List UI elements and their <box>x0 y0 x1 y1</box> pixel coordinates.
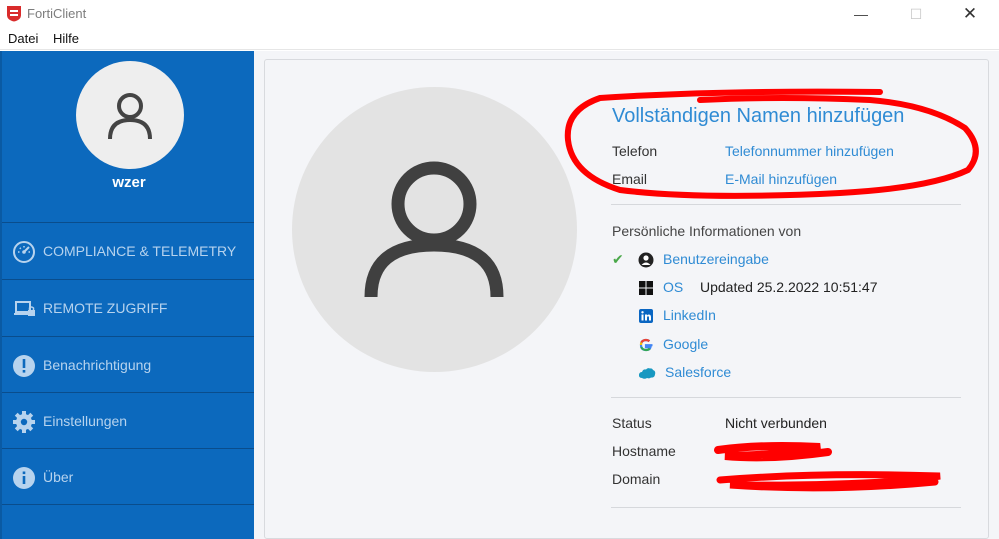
source-salesforce-link[interactable]: Salesforce <box>665 364 731 380</box>
menu-hilfe[interactable]: Hilfe <box>53 31 79 46</box>
sidebar-item-label: COMPLIANCE & TELEMETRY <box>43 243 237 259</box>
source-os-link[interactable]: OS <box>663 279 683 295</box>
linkedin-icon <box>639 309 653 323</box>
sidebar-item-compliance[interactable]: COMPLIANCE & TELEMETRY <box>2 222 256 278</box>
minimize-button[interactable]: — <box>850 3 872 25</box>
source-linkedin-link[interactable]: LinkedIn <box>663 307 716 323</box>
source-row-salesforce: Salesforce <box>612 363 972 385</box>
window-title: FortiClient <box>27 6 87 21</box>
domain-label: Domain <box>612 471 661 487</box>
divider <box>611 507 961 508</box>
sources-title: Persönliche Informationen von <box>612 223 802 239</box>
sidebar-item-label: Einstellungen <box>43 413 128 429</box>
info-icon <box>13 467 35 489</box>
menu-datei[interactable]: Datei <box>8 31 38 46</box>
sidebar-item-settings[interactable]: Einstellungen <box>2 392 256 448</box>
user-icon <box>108 93 152 140</box>
gear-icon <box>13 411 35 433</box>
user-avatar[interactable] <box>76 61 184 169</box>
menu-bar: Datei Hilfe <box>0 28 999 50</box>
sidebar-item-label: Benachrichtigung <box>43 357 152 373</box>
checkmark-icon: ✔ <box>612 251 624 267</box>
title-bar: FortiClient — ☐ ✕ <box>0 0 999 28</box>
sidebar-item-label: Über <box>43 469 74 485</box>
user-icon <box>364 161 504 298</box>
source-row-google: Google <box>612 335 972 357</box>
add-phone-link[interactable]: Telefonnummer hinzufügen <box>725 143 894 159</box>
windows-icon <box>639 281 653 295</box>
divider <box>611 397 961 398</box>
phone-label: Telefon <box>612 143 658 159</box>
email-label: Email <box>612 171 648 187</box>
forticlient-logo-icon <box>7 6 21 22</box>
status-label: Status <box>612 415 652 431</box>
gauge-icon <box>13 241 35 263</box>
source-user-input-link[interactable]: Benutzereingabe <box>663 251 769 267</box>
os-updated-timestamp: Updated 25.2.2022 10:51:47 <box>700 279 878 295</box>
status-value: Nicht verbunden <box>725 415 827 431</box>
source-google-link[interactable]: Google <box>663 336 708 352</box>
add-full-name-link[interactable]: Vollständigen Namen hinzufügen <box>612 105 904 128</box>
source-row-os: OS Updated 25.2.2022 10:51:47 <box>612 278 972 300</box>
laptop-lock-icon <box>14 301 35 316</box>
divider <box>611 204 961 205</box>
sidebar-item-notifications[interactable]: Benachrichtigung <box>2 336 256 392</box>
sidebar-item-about[interactable]: Über <box>2 448 256 504</box>
profile-panel: Vollständigen Namen hinzufügen Telefon T… <box>264 59 989 539</box>
add-email-link[interactable]: E-Mail hinzufügen <box>725 171 837 187</box>
profile-avatar[interactable] <box>292 87 577 372</box>
close-button[interactable]: ✕ <box>959 3 981 25</box>
salesforce-icon <box>638 368 656 379</box>
google-icon <box>639 338 653 352</box>
source-row-linkedin: LinkedIn <box>612 306 972 328</box>
user-circle-icon <box>638 252 654 268</box>
exclamation-icon <box>13 355 35 377</box>
sidebar-item-remote-access[interactable]: REMOTE ZUGRIFF <box>2 279 256 335</box>
sidebar-item-label: REMOTE ZUGRIFF <box>43 300 168 316</box>
hostname-label: Hostname <box>612 443 676 459</box>
sidebar-divider <box>2 504 256 505</box>
main-content: Vollständigen Namen hinzufügen Telefon T… <box>254 51 999 539</box>
maximize-button[interactable]: ☐ <box>905 3 927 25</box>
username: wzer <box>112 174 146 191</box>
source-row-user-input: ✔ Benutzereingabe <box>612 250 972 272</box>
sidebar: wzer COMPLIANCE & TELEMETRY REMOTE ZUGRI… <box>0 51 256 539</box>
